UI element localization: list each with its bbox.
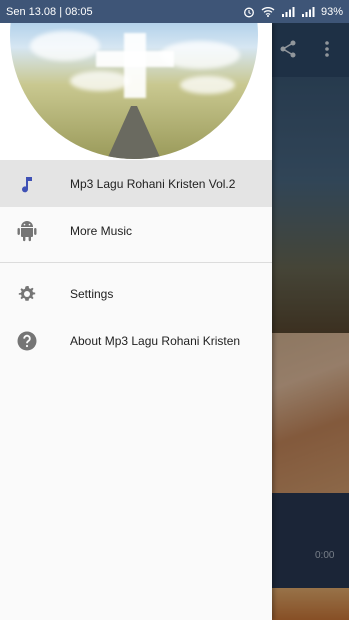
gear-icon	[16, 283, 38, 305]
android-icon	[16, 220, 38, 242]
header-cross-image	[10, 23, 258, 159]
menu-item-more-music[interactable]: More Music	[0, 207, 272, 254]
menu-item-label: More Music	[70, 223, 133, 238]
music-note-icon	[16, 173, 38, 195]
wifi-icon	[261, 7, 275, 17]
status-icons: 93%	[243, 6, 343, 18]
menu-divider	[0, 262, 272, 263]
menu-item-mp3-vol2[interactable]: Mp3 Lagu Rohani Kristen Vol.2	[0, 160, 272, 207]
alarm-icon	[244, 7, 254, 17]
menu-item-settings[interactable]: Settings	[0, 270, 272, 317]
status-time: Sen 13.08 | 08:05	[6, 5, 93, 18]
menu-item-label: Settings	[70, 286, 114, 301]
battery-percent: 93%	[320, 5, 343, 18]
status-bar: Sen 13.08 | 08:05 93%	[0, 0, 349, 23]
signal-icon	[281, 7, 295, 17]
menu-item-label: About Mp3 Lagu Rohani Kristen	[70, 333, 241, 348]
help-icon	[16, 330, 38, 352]
navigation-drawer: Mp3 Lagu Rohani Kristen Vol.2 More Music…	[0, 23, 272, 620]
menu-item-label: Mp3 Lagu Rohani Kristen Vol.2	[70, 176, 236, 191]
drawer-menu: Mp3 Lagu Rohani Kristen Vol.2 More Music…	[0, 160, 272, 364]
signal-icon-2	[301, 7, 315, 17]
menu-item-about[interactable]: About Mp3 Lagu Rohani Kristen	[0, 317, 272, 364]
drawer-header	[0, 23, 272, 160]
